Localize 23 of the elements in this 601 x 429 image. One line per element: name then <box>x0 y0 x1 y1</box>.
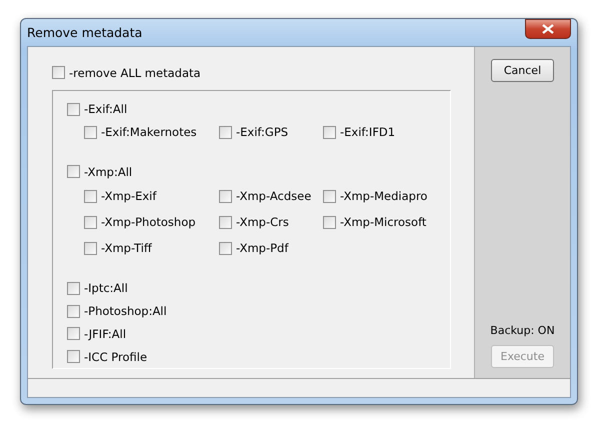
checkbox[interactable]: -Xmp-Tiff <box>84 236 219 260</box>
checkbox[interactable]: -Exif:All <box>67 98 450 121</box>
checkbox[interactable]: -JFIF:All <box>67 322 450 346</box>
checkbox[interactable]: -Xmp-Pdf <box>219 236 323 260</box>
checkbox[interactable]: -Xmp-Acdsee <box>219 184 323 208</box>
checkbox[interactable]: -Iptc:All <box>67 277 450 300</box>
checkbox[interactable]: -Xmp-Photoshop <box>84 210 219 234</box>
checkbox[interactable]: -Exif:Makernotes <box>84 120 219 144</box>
checkbox[interactable]: -remove ALL metadata <box>52 61 474 84</box>
close-icon <box>542 24 554 34</box>
checkbox[interactable]: -ICC Profile <box>67 345 450 368</box>
checkbox[interactable]: -Exif:GPS <box>219 120 323 144</box>
checkbox[interactable]: -Xmp-Microsoft <box>323 210 450 234</box>
checkbox[interactable]: -Xmp-Exif <box>84 184 219 208</box>
cancel-button[interactable]: Cancel <box>491 59 554 82</box>
checkbox[interactable]: -Exif:IFD1 <box>323 120 450 144</box>
close-button[interactable] <box>525 19 571 39</box>
checkbox[interactable]: -Xmp-Mediapro <box>323 184 450 208</box>
backup-status: Backup: ON <box>490 324 555 337</box>
checkbox[interactable]: -Photoshop:All <box>67 300 450 323</box>
window-title: Remove metadata <box>27 25 142 40</box>
checkbox[interactable]: -Xmp:All <box>67 160 450 184</box>
checkbox[interactable]: -Xmp-Crs <box>219 210 323 234</box>
